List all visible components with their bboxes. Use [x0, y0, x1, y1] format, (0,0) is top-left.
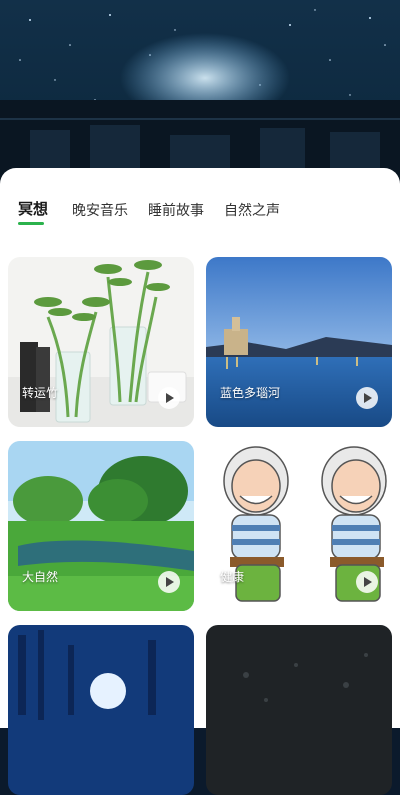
card-label: 转运竹	[22, 386, 59, 400]
dark-night-image	[206, 625, 392, 795]
card-dark-night[interactable]	[206, 625, 392, 795]
card-label: 蓝色多瑙河	[220, 386, 281, 400]
hero-banner	[0, 0, 400, 185]
active-tab-indicator	[18, 222, 44, 225]
card-label: 大自然	[22, 570, 59, 584]
moon-night-image	[8, 625, 194, 795]
play-icon[interactable]	[356, 571, 378, 593]
tab-bedtime-stories[interactable]: 睡前故事	[148, 200, 204, 220]
tab-goodnight-music[interactable]: 晚安音乐	[72, 200, 128, 220]
play-icon[interactable]	[356, 387, 378, 409]
card-lucky-bamboo[interactable]: 转运竹	[8, 257, 194, 427]
night-sky-moon-image	[0, 0, 400, 185]
play-icon[interactable]	[158, 387, 180, 409]
tab-nature-sounds[interactable]: 自然之声	[224, 200, 280, 220]
card-label: 健康	[220, 570, 245, 584]
card-blue-danube[interactable]: 蓝色多瑙河	[206, 257, 392, 427]
card-moon-night[interactable]	[8, 625, 194, 795]
play-icon[interactable]	[158, 571, 180, 593]
card-nature[interactable]: 大自然	[8, 441, 194, 611]
tab-meditation[interactable]: 冥想	[18, 198, 48, 219]
card-health[interactable]: 健康	[206, 441, 392, 611]
